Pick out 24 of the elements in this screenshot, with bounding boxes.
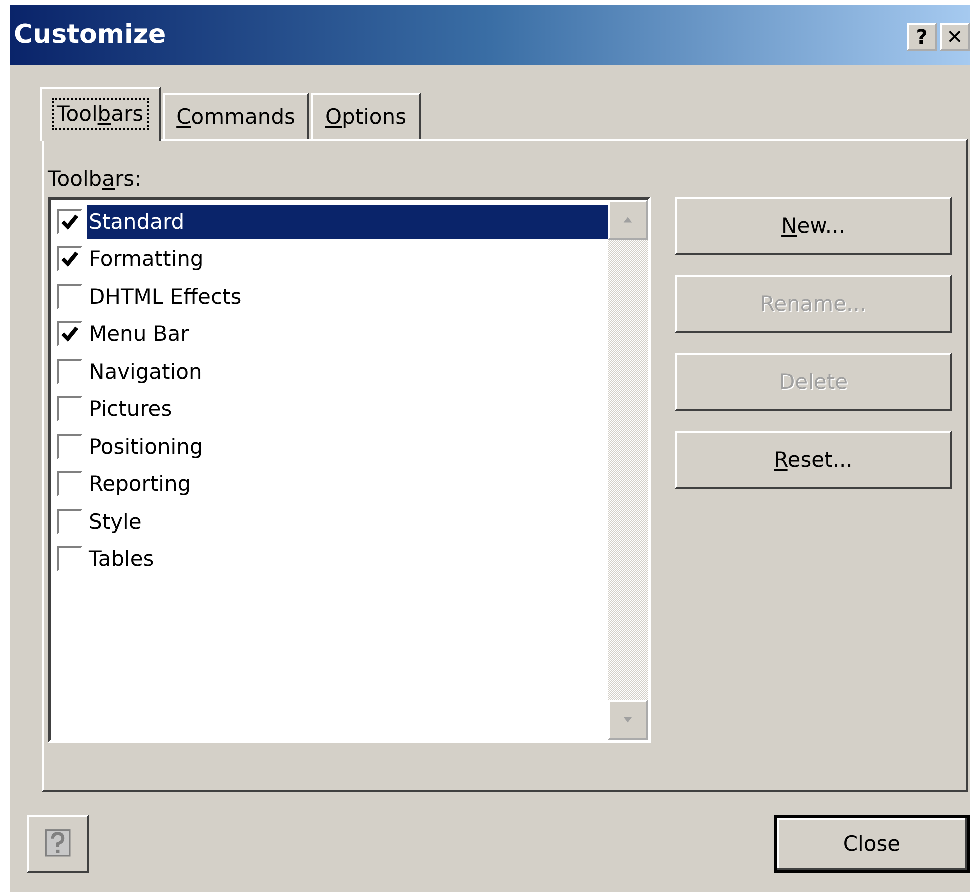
- help-button[interactable]: ?: [907, 23, 937, 51]
- list-item[interactable]: Reporting: [87, 467, 608, 502]
- list-item[interactable]: Positioning: [87, 430, 608, 464]
- list-item[interactable]: Navigation: [87, 354, 608, 389]
- scroll-up-icon[interactable]: [608, 200, 648, 240]
- list-item[interactable]: Formatting: [87, 242, 608, 276]
- tab[interactable]: Toolbars: [40, 87, 161, 141]
- list-item[interactable]: Standard: [87, 204, 608, 239]
- tab[interactable]: Options: [311, 93, 421, 139]
- close-button[interactable]: Close: [774, 815, 970, 873]
- window-title: Customize: [14, 20, 166, 50]
- scroll-down-icon[interactable]: [608, 700, 648, 740]
- list-item[interactable]: Style: [87, 504, 608, 539]
- dialog-button[interactable]: New...: [675, 197, 952, 255]
- dialog-button[interactable]: Reset...: [675, 431, 952, 489]
- list-item[interactable]: DHTML Effects: [87, 280, 608, 314]
- toolbars-label: Toolbars:: [48, 167, 142, 191]
- tab[interactable]: Commands: [162, 93, 310, 139]
- list-item[interactable]: Menu Bar: [87, 317, 608, 352]
- list-item[interactable]: Pictures: [87, 392, 608, 426]
- close-button[interactable]: ✕: [940, 23, 970, 51]
- help-icon[interactable]: [27, 815, 89, 873]
- list-item[interactable]: Tables: [87, 542, 608, 576]
- scrollbar[interactable]: [608, 200, 648, 740]
